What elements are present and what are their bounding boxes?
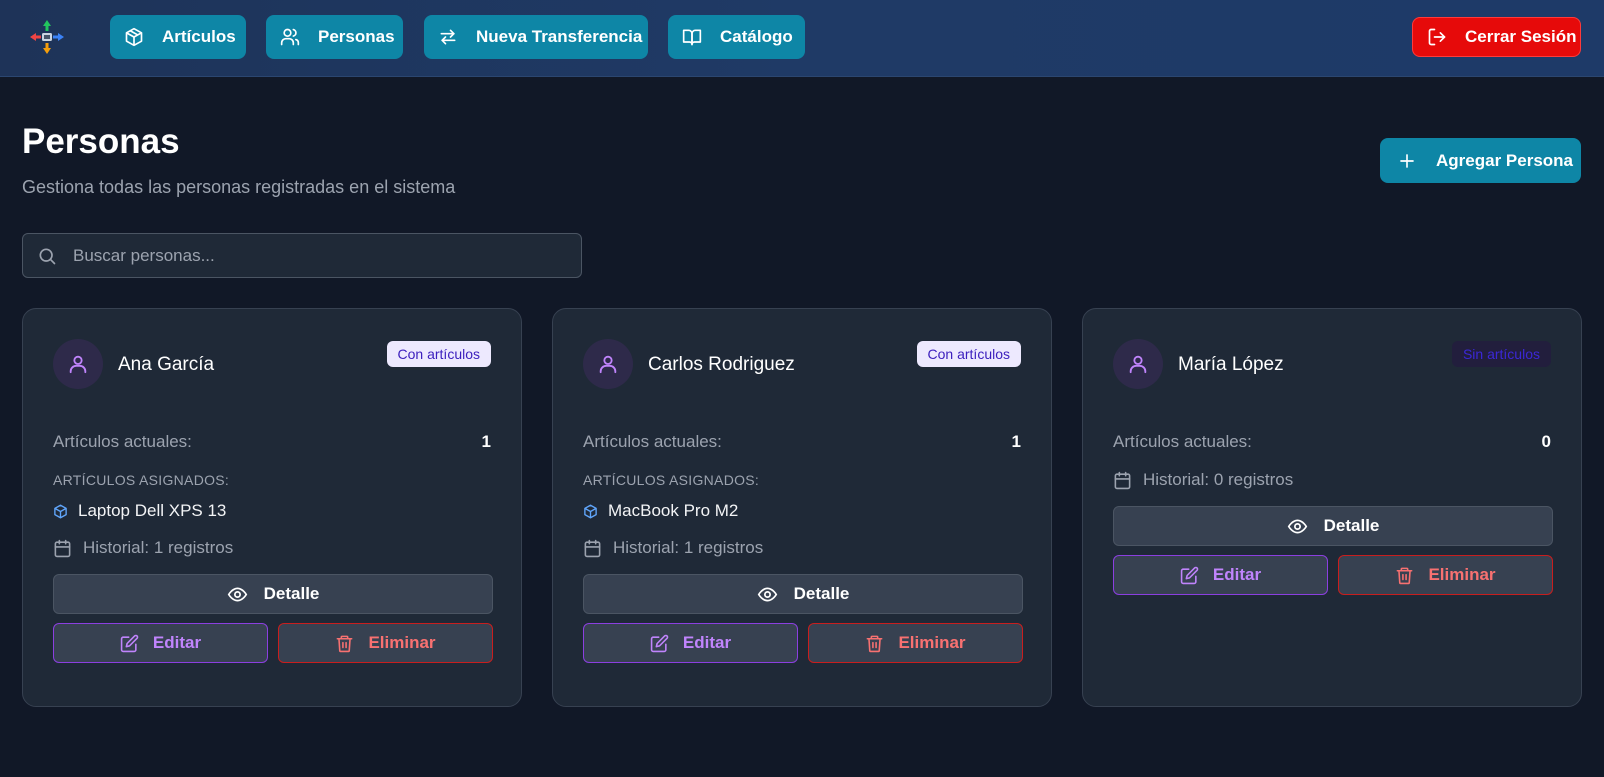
nav-nueva-transferencia[interactable]: Nueva Transferencia <box>424 15 648 59</box>
delete-label: Eliminar <box>1428 565 1496 584</box>
avatar <box>1113 339 1163 389</box>
articles-count: 0 <box>1541 432 1551 451</box>
nav-articulos-label: Artículos <box>162 27 236 46</box>
nav-catalogo[interactable]: Catálogo <box>668 15 805 59</box>
logout-button[interactable]: Cerrar Sesión <box>1412 17 1581 57</box>
add-person-label: Agregar Persona <box>1436 150 1573 170</box>
edit-label: Editar <box>1212 565 1262 584</box>
search-box[interactable] <box>22 233 582 278</box>
trash-icon <box>1397 567 1413 584</box>
eye-icon <box>757 586 777 602</box>
person-card: Carlos Rodriguez Con artículos Artículos… <box>552 308 1052 707</box>
box-icon <box>54 504 67 518</box>
nav-catalogo-label: Catálogo <box>720 27 793 46</box>
assigned-item-label: MacBook Pro M2 <box>608 501 739 520</box>
avatar <box>53 339 103 389</box>
delete-button[interactable]: Eliminar <box>1338 555 1553 595</box>
history-label: Historial: 1 registros <box>613 538 764 557</box>
detail-button[interactable]: Detalle <box>53 574 493 614</box>
calendar-icon <box>54 539 71 557</box>
edit-label: Editar <box>152 633 202 652</box>
trash-icon <box>337 635 353 652</box>
box-icon <box>125 27 143 47</box>
articles-label: Artículos actuales: <box>53 432 192 451</box>
status-badge: Con artículos <box>916 341 1021 367</box>
user-icon <box>1129 355 1147 374</box>
nav-articulos[interactable]: Artículos <box>110 15 246 59</box>
calendar-icon <box>584 539 601 557</box>
users-icon <box>280 28 300 46</box>
trash-icon <box>867 635 883 652</box>
move-arrows-icon[interactable] <box>28 18 66 56</box>
transfer-icon <box>440 29 456 45</box>
eye-icon <box>1287 518 1307 534</box>
assigned-item: MacBook Pro M2 <box>583 501 738 521</box>
navbar: Artículos Personas Nueva Transferencia C… <box>0 0 1604 77</box>
person-name: Carlos Rodriguez <box>648 354 795 375</box>
user-icon <box>69 355 87 374</box>
edit-icon <box>1180 566 1199 584</box>
detail-label: Detalle <box>1323 516 1380 535</box>
assigned-heading: ARTÍCULOS ASIGNADOS: <box>53 472 230 488</box>
logout-icon <box>1428 28 1446 46</box>
avatar <box>583 339 633 389</box>
logout-label: Cerrar Sesión <box>1465 27 1577 46</box>
delete-label: Eliminar <box>368 633 436 652</box>
eye-icon <box>227 586 247 602</box>
detail-button[interactable]: Detalle <box>583 574 1023 614</box>
box-icon <box>584 504 597 518</box>
person-card: María López Sin artículos Artículos actu… <box>1082 308 1582 707</box>
nav-transferencia-label: Nueva Transferencia <box>476 27 643 46</box>
page-subtitle: Gestiona todas las personas registradas … <box>22 177 456 197</box>
plus-icon <box>1400 153 1414 168</box>
add-person-button[interactable]: Agregar Persona <box>1380 138 1581 183</box>
user-icon <box>599 355 617 374</box>
detail-button[interactable]: Detalle <box>1113 506 1553 546</box>
page-title: Personas <box>22 122 180 161</box>
book-icon <box>682 29 702 46</box>
articles-label: Artículos actuales: <box>1113 432 1252 451</box>
history-label: Historial: 0 registros <box>1143 470 1294 489</box>
articles-count: 1 <box>1011 432 1021 451</box>
status-badge: Sin artículos <box>1451 341 1551 367</box>
edit-button[interactable]: Editar <box>1113 555 1328 595</box>
person-card: Ana García Con artículos Artículos actua… <box>22 308 522 707</box>
search-input[interactable] <box>73 245 533 266</box>
edit-icon <box>650 634 669 652</box>
edit-button[interactable]: Editar <box>53 623 268 663</box>
detail-label: Detalle <box>793 584 850 603</box>
assigned-heading: ARTÍCULOS ASIGNADOS: <box>583 472 760 488</box>
edit-icon <box>120 634 139 652</box>
history: Historial: 1 registros <box>53 538 233 558</box>
delete-button[interactable]: Eliminar <box>278 623 493 663</box>
edit-button[interactable]: Editar <box>583 623 798 663</box>
delete-button[interactable]: Eliminar <box>808 623 1023 663</box>
calendar-icon <box>1114 471 1131 489</box>
assigned-item: Laptop Dell XPS 13 <box>53 501 226 521</box>
person-name: María López <box>1178 354 1284 375</box>
nav-personas[interactable]: Personas <box>266 15 403 59</box>
detail-label: Detalle <box>263 584 320 603</box>
search-icon <box>39 248 56 264</box>
status-badge: Con artículos <box>386 341 491 367</box>
delete-label: Eliminar <box>898 633 966 652</box>
history: Historial: 0 registros <box>1113 470 1293 490</box>
history: Historial: 1 registros <box>583 538 763 558</box>
nav-personas-label: Personas <box>318 27 395 46</box>
history-label: Historial: 1 registros <box>83 538 234 557</box>
assigned-item-label: Laptop Dell XPS 13 <box>78 501 227 520</box>
person-name: Ana García <box>118 354 215 375</box>
articles-count: 1 <box>481 432 491 451</box>
articles-label: Artículos actuales: <box>583 432 722 451</box>
edit-label: Editar <box>682 633 732 652</box>
